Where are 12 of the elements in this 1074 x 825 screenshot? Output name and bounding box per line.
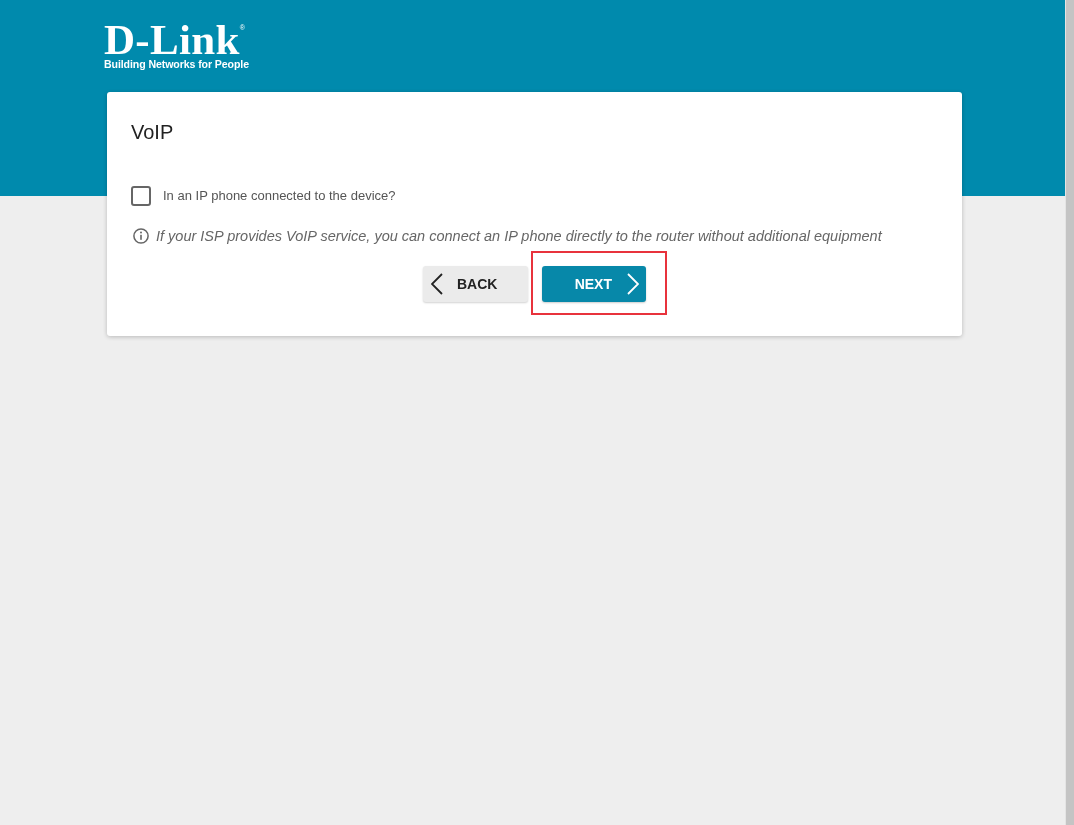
info-icon	[133, 228, 149, 244]
logo-wordmark: D-Link	[104, 21, 240, 59]
next-button[interactable]: NEXT	[542, 266, 646, 302]
card-title: VoIP	[131, 120, 174, 144]
checkbox-label[interactable]: In an IP phone connected to the device?	[163, 188, 396, 204]
scrollbar-track[interactable]	[1065, 0, 1074, 825]
chevron-right-icon	[627, 273, 639, 295]
back-button[interactable]: BACK	[423, 266, 528, 302]
logo-tagline: Building Networks for People	[104, 58, 249, 70]
chevron-left-icon	[431, 273, 443, 295]
checkbox[interactable]	[131, 186, 151, 206]
hint-text: If your ISP provides VoIP service, you can connect an IP phone directly to the router without additional equipment	[156, 227, 882, 246]
